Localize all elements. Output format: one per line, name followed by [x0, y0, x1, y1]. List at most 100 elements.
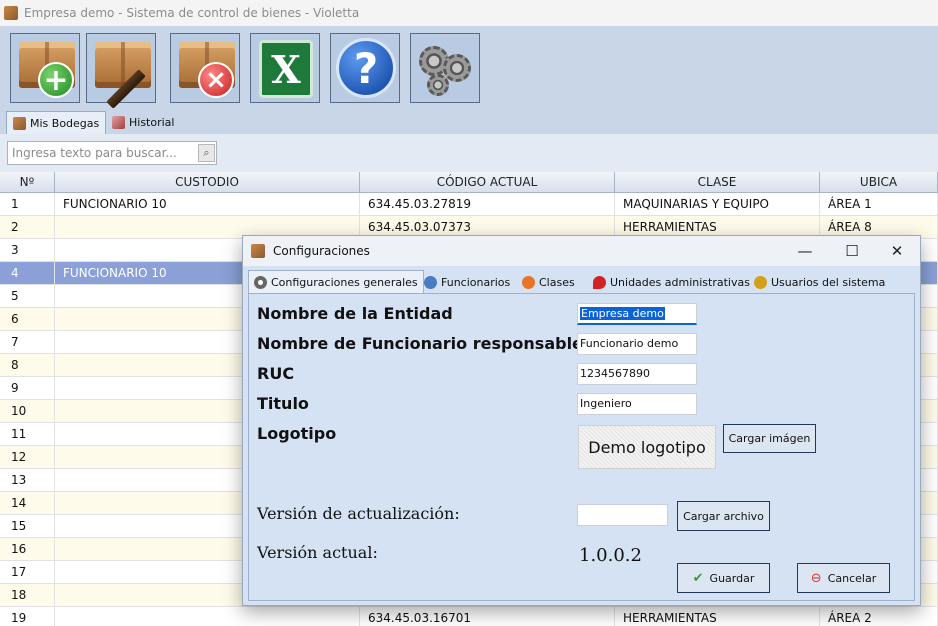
table-cell — [55, 607, 360, 626]
column-header[interactable]: CÓDIGO ACTUAL — [360, 172, 615, 193]
table-cell: 9 — [0, 377, 55, 400]
delete-item-button[interactable]: × — [170, 33, 240, 103]
history-icon — [112, 116, 125, 129]
user-icon — [424, 275, 437, 289]
search-icon[interactable]: ⌕ — [198, 144, 215, 162]
table-cell: 1 — [0, 193, 55, 216]
boxes-icon — [95, 42, 151, 88]
field-value: Funcionario demo — [580, 337, 679, 350]
check-icon: ✔ — [692, 570, 704, 586]
column-header[interactable]: CUSTODIO — [55, 172, 360, 193]
table-cell: HERRAMIENTAS — [615, 607, 820, 626]
help-button[interactable]: ? — [330, 33, 400, 103]
responsible-name-field[interactable]: Funcionario demo — [577, 333, 697, 355]
table-cell: 11 — [0, 423, 55, 446]
tab-label: Mis Bodegas — [30, 116, 100, 130]
save-button[interactable]: ✔ Guardar — [677, 563, 770, 593]
tab-usuarios-del-sistema[interactable]: Usuarios del sistema — [749, 270, 890, 294]
ruc-label: RUC — [257, 364, 295, 383]
main-tabs: Mis Bodegas Historial — [0, 108, 938, 134]
tab-unidades-administrativas[interactable]: Unidades administrativas — [588, 270, 755, 294]
table-cell: 7 — [0, 331, 55, 354]
table-cell: 4 — [0, 262, 55, 285]
tab-label: Unidades administrativas — [610, 275, 750, 289]
search-box: ⌕ — [7, 141, 217, 165]
table-cell: MAQUINARIAS Y EQUIPO — [615, 193, 820, 216]
app-icon — [251, 244, 265, 258]
title-label: Titulo — [257, 394, 309, 413]
tab-label: Funcionarios — [441, 275, 511, 289]
tab-clases[interactable]: Clases — [517, 270, 580, 294]
table-cell: 5 — [0, 285, 55, 308]
general-settings-panel: Nombre de la Entidad Empresa demo Nombre… — [248, 293, 915, 601]
logo-label: Logotipo — [257, 424, 337, 443]
load-file-button[interactable]: Cargar archivo — [677, 501, 770, 531]
tab-historial[interactable]: Historial — [106, 111, 180, 134]
field-value: 1234567890 — [580, 367, 650, 380]
column-header[interactable]: Nº — [0, 172, 55, 193]
table-cell: 19 — [0, 607, 55, 626]
table-cell: 14 — [0, 492, 55, 515]
cancel-button[interactable]: ⊖ Cancelar — [797, 563, 890, 593]
logo-preview: Demo logotipo — [578, 425, 716, 469]
table-cell: FUNCIONARIO 10 — [55, 193, 360, 216]
table-cell: 16 — [0, 538, 55, 561]
gears-icon — [417, 42, 475, 98]
ruc-field[interactable]: 1234567890 — [577, 363, 697, 385]
close-button[interactable]: ✕ — [877, 240, 917, 262]
table-row[interactable]: 1 FUNCIONARIO 10 634.45.03.27819 MAQUINARIA… — [0, 193, 938, 216]
add-item-button[interactable]: + — [10, 33, 80, 103]
cancel-label: Cancelar — [827, 571, 877, 585]
export-excel-button[interactable]: X — [250, 33, 320, 103]
dialog-tabs: Configuraciones generales Funcionarios C… — [243, 266, 920, 294]
table-cell: 8 — [0, 354, 55, 377]
search-row: ⌕ — [0, 134, 938, 172]
cancel-icon: ⊖ — [810, 570, 822, 586]
field-value: Ingeniero — [580, 397, 632, 410]
table-cell: 634.45.03.27819 — [360, 193, 615, 216]
responsible-name-label: Nombre de Funcionario responsable — [257, 334, 583, 353]
table-row[interactable]: 19 634.45.03.16701 HERRAMIENTAS ÁREA 2 — [0, 607, 938, 626]
table-cell: 634.45.03.16701 — [360, 607, 615, 626]
tab-mis-bodegas[interactable]: Mis Bodegas — [6, 111, 107, 134]
current-version-value: 1.0.0.2 — [579, 545, 642, 566]
help-icon: ? — [336, 38, 396, 98]
tab-label: Historial — [129, 116, 175, 129]
key-icon — [754, 275, 767, 289]
maximize-button[interactable]: ☐ — [832, 240, 872, 262]
update-version-field[interactable] — [577, 504, 668, 526]
tab-configuraciones-generales[interactable]: Configuraciones generales — [248, 270, 424, 294]
tab-label: Usuarios del sistema — [771, 275, 886, 289]
current-version-label: Versión actual: — [257, 543, 378, 562]
table-cell: 3 — [0, 239, 55, 262]
field-value: Empresa demo — [580, 307, 665, 320]
excel-icon: X — [259, 40, 313, 98]
table-cell: 17 — [0, 561, 55, 584]
table-cell: 13 — [0, 469, 55, 492]
list-icon — [522, 275, 535, 289]
table-cell: 15 — [0, 515, 55, 538]
tab-label: Configuraciones generales — [271, 276, 418, 289]
table-cell: 10 — [0, 400, 55, 423]
settings-dialog: Configuraciones — ☐ ✕ Configuraciones ge… — [242, 235, 921, 606]
edit-item-button[interactable] — [86, 33, 156, 109]
window-titlebar: Empresa demo - Sistema de control de bie… — [0, 0, 938, 26]
column-header[interactable]: UBICA — [820, 172, 938, 193]
window-title: Empresa demo - Sistema de control de bie… — [24, 6, 360, 20]
toolbar: + × X ? — [0, 26, 938, 109]
settings-button[interactable] — [410, 33, 480, 103]
search-input[interactable] — [8, 142, 194, 164]
gear-icon — [254, 276, 267, 289]
entity-name-field[interactable]: Empresa demo — [577, 303, 697, 325]
delete-icon: × — [198, 62, 234, 98]
title-field[interactable]: Ingeniero — [577, 393, 697, 415]
app-icon — [4, 6, 18, 20]
load-image-button[interactable]: Cargar imágen — [723, 424, 816, 453]
tab-funcionarios[interactable]: Funcionarios — [419, 270, 515, 294]
column-header[interactable]: CLASE — [615, 172, 820, 193]
dialog-titlebar: Configuraciones — ☐ ✕ — [243, 236, 920, 266]
save-label: Guardar — [709, 571, 755, 585]
minimize-button[interactable]: — — [785, 240, 825, 262]
table-cell: 18 — [0, 584, 55, 607]
table-cell: 12 — [0, 446, 55, 469]
